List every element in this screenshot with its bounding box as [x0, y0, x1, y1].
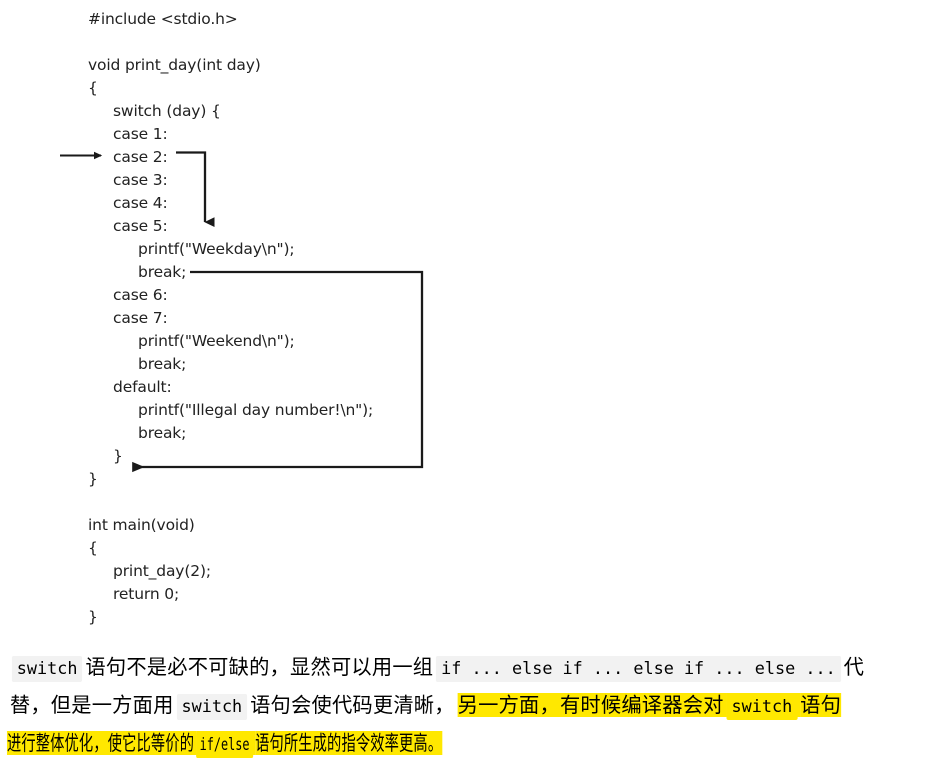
code-line: printf("Weekend\n"); — [138, 332, 295, 350]
code-line: break; — [138, 263, 187, 281]
paragraph-line: 进行整体优化，使它比等价的 if/else 语句所生成的指令效率更高。 — [0, 724, 660, 762]
code-line: #include <stdio.h> — [88, 10, 238, 28]
code-line: break; — [138, 355, 187, 373]
code-line: case 5: — [113, 217, 168, 235]
code-line: void print_day(int day) — [88, 56, 261, 74]
code-line: case 4: — [113, 194, 168, 212]
code-line: } — [88, 608, 98, 626]
chinese-text-run: 另一方面，有时候编译器会对 — [457, 693, 724, 717]
paragraph-text: switch — [11, 655, 86, 682]
code-line: } — [113, 447, 123, 465]
code-line: break; — [138, 424, 187, 442]
inline-code-token: switch — [176, 694, 248, 720]
highlighted-text: 另一方面，有时候编译器会对 — [457, 693, 727, 717]
paragraph-line: switch 语句不是必不可缺的，显然可以用一组 if ... else if ..… — [0, 648, 938, 686]
chinese-text-run: 语句会使代码更清晰， — [250, 693, 455, 717]
paragraph-text: switch — [176, 693, 251, 720]
code-listing: #include <stdio.h> void print_day(int day… — [0, 0, 949, 640]
chinese-text-run: 进行整体优化，使它比等价的 — [6, 731, 195, 755]
highlighted-text: 语句 — [800, 693, 842, 717]
highlighted-text: 语句所生成的指令效率更高。 — [255, 731, 443, 755]
code-line: case 6: — [113, 286, 168, 304]
code-line: { — [88, 539, 98, 557]
code-line: printf("Weekday\n"); — [138, 240, 295, 258]
paragraph-text: if ... else if ... else if ... else ... — [436, 655, 843, 682]
chinese-text-run: 语句 — [800, 693, 842, 717]
code-line: print_day(2); — [113, 562, 211, 580]
inline-code-token: switch — [726, 694, 798, 720]
paragraph-text: 代 — [844, 655, 864, 679]
inline-code-token: if/else — [196, 732, 253, 758]
explanatory-paragraph: switch 语句不是必不可缺的，显然可以用一组 if ... else if ..… — [0, 648, 949, 762]
code-line: case 2: — [113, 148, 168, 166]
paragraph-line: 替，但是一方面用 switch 语句会使代码更清晰， 另一方面，有时候编译器会对 swi… — [0, 686, 938, 724]
code-line: case 7: — [113, 309, 168, 327]
highlighted-text: if/else — [196, 731, 256, 758]
chinese-text-run: 语句所生成的指令效率更高。 — [255, 731, 443, 755]
paragraph-text: 语句不是必不可缺的，显然可以用一组 — [85, 655, 436, 679]
highlighted-text: switch — [726, 693, 801, 720]
highlighted-text: 进行整体优化，使它比等价的 — [6, 731, 197, 755]
code-line: return 0; — [113, 585, 180, 603]
code-line: switch (day) { — [113, 102, 221, 120]
paragraph-text: 语句会使代码更清晰， — [250, 693, 458, 717]
code-line: case 3: — [113, 171, 168, 189]
paragraph-text: 替，但是一方面用 — [10, 693, 177, 717]
inline-code-token: if ... else if ... else if ... else ... — [436, 656, 841, 682]
code-line: int main(void) — [88, 516, 195, 534]
code-line: default: — [113, 378, 172, 396]
code-line: printf("Illegal day number!\n"); — [138, 401, 374, 419]
chinese-text-run: 语句不是必不可缺的，显然可以用一组 — [85, 655, 434, 679]
inline-code-token: switch — [11, 656, 83, 682]
code-line: } — [88, 470, 98, 488]
chinese-text-run: 替，但是一方面用 — [9, 693, 174, 717]
chinese-text-run: 代 — [843, 655, 865, 679]
code-line: { — [88, 79, 98, 97]
code-line: case 1: — [113, 125, 168, 143]
